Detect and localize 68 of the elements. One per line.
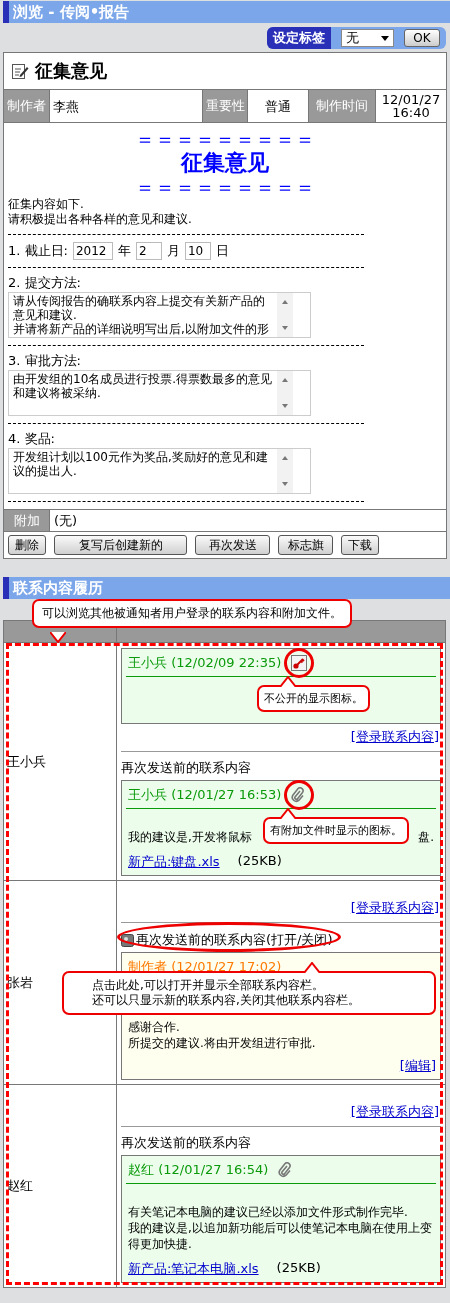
member-name: 赵红 [4,1085,117,1287]
message-author: 王小兵 (12/01/27 16:53) [128,786,282,804]
callout-pointer [280,676,296,687]
callout: 可以浏览其他被通知者用户登录的联系内容和附加文件。 [32,599,352,628]
section-label: 3. 审批方法: [8,353,82,369]
highlight-ring [284,780,315,810]
field-label: 制作者 [4,90,50,122]
date-input[interactable]: 2012 [72,242,113,260]
edit-link[interactable]: [编辑] [399,1057,436,1075]
body-text: 征集内容如下. [8,197,85,212]
field-label: 制作时间 [309,90,376,122]
message-text: 所提交的建议.将由开发组进行审批. [128,1035,316,1051]
message-text: 我的建议是,以追加新功能后可以使笔记本电脑在使用上变得更加快捷. [128,1220,433,1252]
date-input[interactable]: 2 [135,242,162,260]
message-text: 盘. [418,829,434,845]
field-value: (无) [53,511,79,530]
action-button[interactable]: 删除 [8,535,46,555]
message-text: 我的建议是,开发将鼠标 [128,829,252,845]
action-button[interactable]: 下载 [341,535,379,555]
banner-rule: ＝＝＝＝＝＝＝＝＝ [135,177,315,197]
date-unit: 年 [117,242,131,260]
field-label: 重要性 [203,90,248,122]
file-link[interactable]: 新产品:键盘.xls [128,853,220,871]
tag-select[interactable]: 无 [341,29,394,47]
section-label: 2. 提交方法: [8,275,82,291]
reply-link[interactable]: [登录联系内容] [350,899,439,917]
section-label: 再次发送前的联系内容 [121,1134,252,1152]
message-text: 感谢合作. [128,1019,180,1035]
message-author: 赵红 (12/01/27 16:54) [128,1161,269,1179]
banner-rule: ＝＝＝＝＝＝＝＝＝ [135,129,315,149]
file-size: (25KB) [237,853,282,870]
page-title: 浏览 - 传阅•报告 [3,1,450,23]
callout-pointer [280,808,296,819]
tag-label: 设定标签 [267,27,331,49]
text-area[interactable]: 由开发组的10名成员进行投票.得票数最多的意见和建议将被采纳. [8,370,311,416]
section-label: 4. 奖品: [8,431,56,447]
file-link[interactable]: 新产品:笔记本电脑.xls [128,1260,259,1278]
field-value: 12/01/27 16:40 [380,91,442,122]
body-text: 请积极提出各种各样的意见和建议. [8,212,193,227]
message-text: 有关笔记本电脑的建议已经以添加文件形式制作完毕. [128,1204,408,1220]
member-name: 王小兵 [4,643,117,880]
message-author: 王小兵 (12/02/09 22:35) [128,654,282,672]
highlight-ring [284,648,315,678]
date-unit: 月 [166,242,180,260]
banner-title: 征集意见 [181,149,269,177]
callout-line: 还可以只显示新的联系内容,关闭其他联系内容栏。 [92,993,361,1008]
text-area[interactable]: 开发组计划以100元作为奖品,奖励好的意见和建议的提出人. [8,448,311,494]
action-button[interactable]: 标志旗 [278,535,333,555]
reply-link[interactable]: [登录联系内容] [350,728,439,746]
scrollbar [277,449,293,493]
date-unit: 日 [215,242,229,260]
section-title: 联系内容履历 [3,577,450,599]
scrollbar [277,371,293,415]
text-area[interactable]: 请从传阅报告的确联系内容上提交有关新产品的意见和建议. 并请将新产品的详细说明写出后,以附加文件的形 [8,292,311,338]
file-size: (25KB) [276,1260,321,1277]
date-input[interactable]: 10 [184,242,211,260]
memo-icon [11,62,29,80]
section-label: 再次发送前的联系内容 [121,759,252,777]
caret-icon [381,35,389,41]
field-label: 附加 [4,510,50,531]
document-title: 征集意见 [35,59,107,83]
reply-link[interactable]: [登录联系内容] [350,1103,439,1121]
deadline-label: 1. 截止日: [8,242,68,260]
scrollbar [277,293,293,337]
ok-button[interactable]: OK [404,29,440,47]
action-button[interactable]: 再次发送 [195,535,270,555]
action-button[interactable]: 复写后创建新的 [54,535,187,555]
callout-line: 点击此处,可以打开并显示全部联系内容栏。 [92,978,325,993]
